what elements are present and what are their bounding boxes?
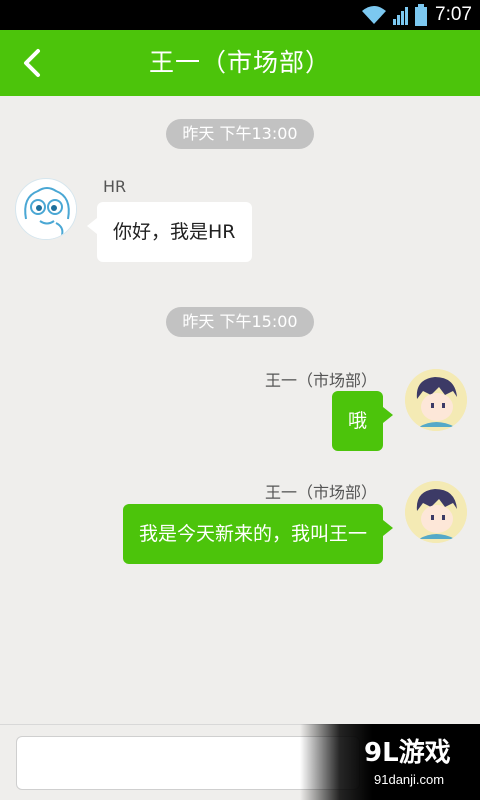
- user-avatar[interactable]: [405, 481, 467, 543]
- timestamp-chip: 昨天 下午15:00: [166, 307, 314, 337]
- sender-name: 王一（市场部）: [264, 371, 377, 390]
- message-bubble-incoming[interactable]: 你好，我是HR: [87, 202, 252, 262]
- watermark-logo: 9L游戏: [364, 738, 451, 768]
- chat-title: 王一（市场部）: [148, 48, 331, 77]
- battery-icon: [415, 4, 428, 26]
- message-bubble-outgoing[interactable]: 我是今天新来的，我叫王一: [122, 504, 393, 564]
- sender-name: HR: [103, 177, 127, 196]
- hr-avatar[interactable]: [15, 178, 77, 240]
- status-clock: 7:07: [435, 4, 472, 25]
- user-avatar[interactable]: [405, 369, 467, 431]
- watermark-url: 91danji.com: [374, 772, 445, 787]
- cartoon-avatar-icon: [17, 180, 76, 239]
- watermark: 9L游戏 91danji.com: [300, 724, 480, 800]
- wifi-icon: [362, 6, 387, 24]
- message-text: 哦: [347, 410, 367, 432]
- sender-name: 王一（市场部）: [264, 483, 377, 502]
- signal-icon: [393, 7, 409, 25]
- message-text: 你好，我是HR: [113, 221, 236, 243]
- message-text: 我是今天新来的，我叫王一: [138, 523, 367, 545]
- status-icons: 7:07: [361, 0, 472, 30]
- chat-header: 王一（市场部）: [0, 30, 480, 96]
- bubble-tail: [383, 520, 393, 536]
- bubble-tail: [383, 407, 393, 423]
- timestamp-chip: 昨天 下午13:00: [166, 119, 314, 149]
- boy-avatar-icon: [405, 481, 467, 543]
- bubble-tail: [87, 218, 97, 234]
- boy-avatar-icon: [405, 369, 467, 431]
- status-bar: 7:07: [0, 0, 480, 30]
- message-bubble-outgoing[interactable]: 哦: [331, 391, 393, 451]
